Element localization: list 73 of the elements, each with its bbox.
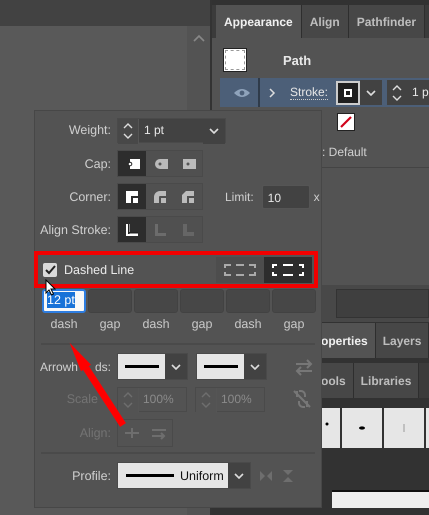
fill-swatch[interactable]: [337, 113, 355, 131]
dash-field[interactable]: [226, 289, 270, 313]
dash-field[interactable]: 12 pt: [42, 289, 86, 313]
panel-tab[interactable]: operties: [321, 323, 376, 358]
chevron-down-icon: [250, 364, 260, 370]
field-label: gap: [190, 317, 214, 331]
path-title: Path: [283, 52, 312, 68]
bevel-join-icon: [180, 188, 196, 204]
opacity-value[interactable]: : Default: [322, 145, 367, 159]
align-stroke-button[interactable]: [118, 217, 146, 242]
field-label: dash: [141, 317, 171, 331]
chevron-right-icon[interactable]: [269, 88, 276, 98]
unit-label: x: [314, 190, 320, 204]
field-label: gap: [282, 317, 306, 331]
field-label: Corner:: [69, 190, 111, 204]
field-label: Arrowh: [40, 360, 78, 374]
chevron-down-icon: [366, 90, 376, 96]
field-label: Align Stroke:: [40, 222, 111, 236]
dropdown-button[interactable]: [360, 80, 382, 105]
round-join-icon: [152, 188, 168, 204]
panel-tab[interactable]: Libraries: [354, 363, 420, 398]
eye-icon[interactable]: [234, 88, 250, 98]
path-thumbnail: [223, 48, 247, 72]
mouse-pointer-icon: [45, 279, 56, 296]
stepper[interactable]: [118, 118, 139, 144]
field-label: Cap:: [84, 156, 111, 170]
brush-swatch[interactable]: [384, 408, 424, 448]
brush-swatch[interactable]: [321, 408, 340, 448]
stepper-icon: [392, 84, 402, 102]
gap-field[interactable]: [88, 289, 132, 313]
dash-mode-button[interactable]: [264, 256, 312, 282]
corner-button[interactable]: [118, 184, 146, 209]
brush-swatch[interactable]: [342, 408, 382, 448]
align-inside-icon: [152, 222, 168, 238]
gap-field[interactable]: [180, 289, 224, 313]
limit-label: Limit:: [225, 190, 254, 204]
panel-tab[interactable]: Appearance: [216, 5, 302, 38]
chevron-down-icon: [171, 364, 181, 370]
field-label: Profile:: [72, 468, 111, 482]
stepper-icon: [123, 391, 133, 409]
stepper-icon: [123, 122, 133, 140]
chevron-down-icon: [209, 128, 219, 134]
panel-tab[interactable]: Pathfinder: [348, 5, 426, 38]
stepper-icon: [201, 391, 211, 409]
stroke-row[interactable]: Stroke: 1 p: [220, 78, 429, 107]
arrowhead-dropdown[interactable]: [196, 353, 267, 380]
field-label: ds:: [94, 360, 111, 374]
limit-field[interactable]: 10: [262, 184, 310, 208]
checkbox[interactable]: [43, 262, 57, 276]
caret-up-icon[interactable]: [192, 34, 204, 42]
panel-tab[interactable]: Layers: [376, 323, 429, 358]
gap-field[interactable]: [272, 289, 316, 313]
field-label: dash: [49, 317, 79, 331]
weight-value[interactable]: 1 p: [407, 80, 429, 105]
field-label: gap: [98, 317, 122, 331]
weight-field[interactable]: 1 pt: [117, 118, 226, 142]
stroke-swatch[interactable]: [336, 80, 360, 104]
cap-button[interactable]: [118, 151, 146, 176]
stroke-label[interactable]: Stroke:: [290, 85, 328, 100]
field-label: Weight:: [68, 123, 111, 137]
dash-field[interactable]: [134, 289, 178, 313]
align-center-icon: [124, 222, 140, 238]
panel-tab[interactable]: ools: [321, 363, 354, 398]
arrowhead-dropdown[interactable]: [117, 353, 188, 380]
chevron-down-icon: [234, 472, 244, 478]
field-label: dash: [233, 317, 263, 331]
panel-tab[interactable]: Align: [302, 5, 349, 38]
miter-join-icon: [124, 188, 140, 204]
stepper[interactable]: [387, 80, 408, 105]
brush-swatch[interactable]: [426, 408, 429, 448]
dropdown-button[interactable]: [203, 118, 225, 144]
profile-dropdown[interactable]: Uniform: [117, 462, 251, 489]
checkbox-label: Dashed Line: [64, 262, 136, 276]
